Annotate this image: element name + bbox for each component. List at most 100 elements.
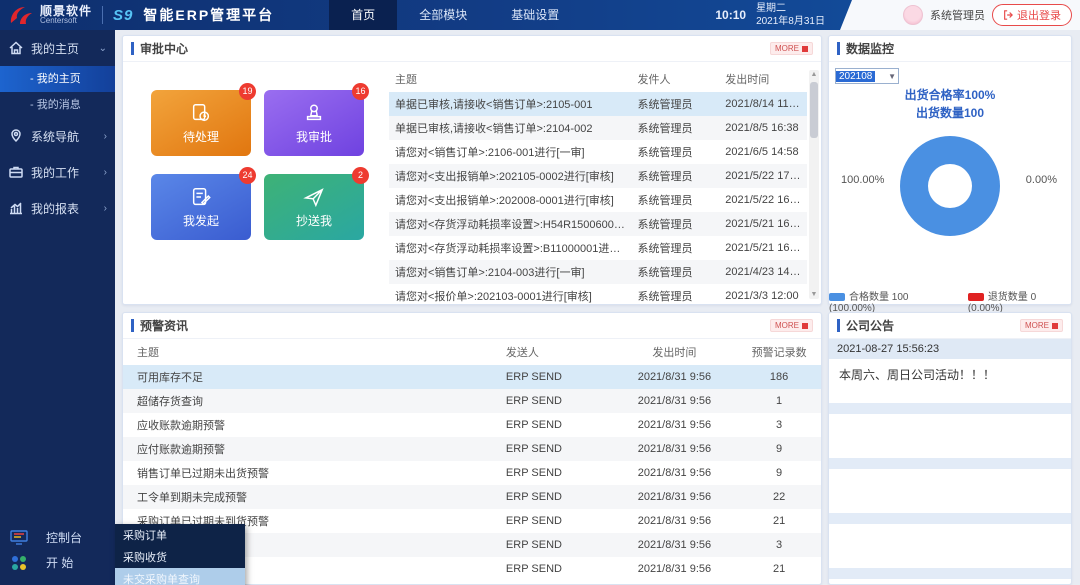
approval-center-title: 审批中心 bbox=[140, 40, 188, 57]
right-percent-label: 0.00% bbox=[1026, 174, 1057, 186]
sidebar-item-system-nav[interactable]: 系统导航 › bbox=[0, 118, 115, 154]
stamp-icon bbox=[303, 102, 325, 124]
table-row[interactable]: 请您对<销售订单>:2106-001进行[一审]系统管理员2021/6/5 14… bbox=[389, 140, 807, 164]
console-monitor-icon bbox=[10, 530, 28, 546]
paper-plane-icon bbox=[303, 186, 325, 208]
notice-more-button[interactable]: MORE bbox=[1020, 319, 1063, 332]
briefcase-icon bbox=[8, 164, 24, 180]
table-row[interactable]: 请您对<存货浮动耗损率设置>:H54R15006002进行[审核]系统管理员20… bbox=[389, 212, 807, 236]
date: 2021年8月31日 bbox=[756, 16, 825, 27]
approval-table: 主题 发件人 发出时间 单据已审核,请接收<销售订单>:2105-001系统管理… bbox=[385, 62, 821, 305]
menu-item-purchase-order[interactable]: 采购订单 bbox=[115, 524, 245, 546]
alerts-title: 预警资讯 bbox=[140, 317, 188, 334]
console-button[interactable]: 控制台 bbox=[0, 525, 115, 550]
notice-content[interactable]: 本周六、周日公司活动！！！ bbox=[829, 359, 1071, 403]
time-block: 10:10 星期二 2021年8月31日 bbox=[715, 2, 825, 28]
logo-en: Centersoft bbox=[40, 17, 92, 25]
sidebar-subitem-my-messages[interactable]: 我的消息 bbox=[0, 92, 115, 118]
nav-tab-settings[interactable]: 基础设置 bbox=[489, 0, 581, 30]
table-row[interactable]: 请您对<支出报销单>:202105-0002进行[审核]系统管理员2021/5/… bbox=[389, 164, 807, 188]
col-sender: 发件人 bbox=[631, 66, 719, 92]
header-nav: 首页 全部模块 基础设置 bbox=[329, 0, 581, 30]
table-row[interactable]: 请您对<报价单>:202103-0001进行[审核]系统管理员2021/3/3 … bbox=[389, 284, 807, 308]
table-row[interactable]: 可用库存不足ERP SEND2021/8/31 9:56186 bbox=[123, 365, 821, 389]
approval-more-button[interactable]: MORE bbox=[770, 42, 813, 55]
period-value: 202108 bbox=[836, 71, 875, 82]
nav-tab-modules[interactable]: 全部模块 bbox=[397, 0, 489, 30]
scroll-down-arrow[interactable]: ▼ bbox=[809, 291, 819, 298]
home-icon bbox=[8, 40, 24, 56]
col-count: 预警记录数 bbox=[737, 339, 821, 365]
s9-logo: S9 bbox=[113, 7, 133, 24]
more-icon bbox=[1052, 323, 1058, 329]
scroll-thumb[interactable] bbox=[810, 82, 818, 138]
notice-empty-row bbox=[829, 469, 1071, 513]
bar-chart-icon bbox=[8, 200, 24, 216]
menu-item-purchase-receipt[interactable]: 采购收货 bbox=[115, 546, 245, 568]
period-select[interactable]: 202108 ▼ bbox=[835, 68, 899, 84]
sidebar-item-my-work[interactable]: 我的工作 › bbox=[0, 154, 115, 190]
notice-divider bbox=[829, 403, 1071, 414]
table-row[interactable]: 单据已审核,请接收<销售订单>:2105-001系统管理员2021/8/14 1… bbox=[389, 92, 807, 116]
select-chevron-icon: ▼ bbox=[888, 72, 898, 81]
tile-initiated-by-me[interactable]: 24 我发起 bbox=[151, 174, 251, 240]
table-row[interactable]: 请您对<支出报销单>:202008-0001进行[审核]系统管理员2021/5/… bbox=[389, 188, 807, 212]
table-scrollbar[interactable]: ▲ ▼ bbox=[809, 70, 819, 299]
tile-cc-to-me[interactable]: 2 抄送我 bbox=[264, 174, 364, 240]
menu-item-open-po-query[interactable]: 未交采购单查询 bbox=[115, 568, 245, 585]
table-row[interactable]: 单据已审核,请接收<销售订单>:2104-002系统管理员2021/8/5 16… bbox=[389, 116, 807, 140]
title-accent-bar bbox=[131, 42, 134, 55]
table-row[interactable]: 销售订单已过期未出货预警ERP SEND2021/8/31 9:569 bbox=[123, 461, 821, 485]
sidebar-subitem-my-home[interactable]: 我的主页 bbox=[0, 66, 115, 92]
scroll-up-arrow[interactable]: ▲ bbox=[809, 71, 819, 78]
notice-empty-row bbox=[829, 414, 1071, 458]
location-pin-icon bbox=[8, 128, 24, 144]
table-row[interactable]: 请您对<存货浮动耗损率设置>:B11000001进行[审核]系统管理员2021/… bbox=[389, 236, 807, 260]
table-row[interactable]: 工令单到期未完成预警ERP SEND2021/8/31 9:5622 bbox=[123, 485, 821, 509]
chevron-down-icon: ⌄ bbox=[99, 43, 107, 54]
start-button[interactable]: 开 始 bbox=[0, 550, 115, 575]
sidebar: 我的主页 ⌄ 我的主页 我的消息 系统导航 › 我的工作 › 我的报表 › 控制… bbox=[0, 30, 115, 585]
approval-tiles: 19 待处理 16 我审批 24 我发起 2 抄送我 bbox=[123, 62, 385, 305]
chart-legend: 合格数量 100 (100.00%) 退货数量 0 (0.00%) bbox=[829, 288, 1071, 314]
notice-divider bbox=[829, 513, 1071, 524]
start-dots-icon bbox=[10, 555, 28, 571]
col-time: 发出时间 bbox=[612, 339, 738, 365]
table-row[interactable]: 应收账款逾期预警ERP SEND2021/8/31 9:563 bbox=[123, 413, 821, 437]
table-row[interactable]: 应付账款逾期预警ERP SEND2021/8/31 9:569 bbox=[123, 437, 821, 461]
sidebar-item-my-reports[interactable]: 我的报表 › bbox=[0, 190, 115, 226]
notice-date: 2021-08-27 15:56:23 bbox=[829, 339, 1071, 359]
more-icon bbox=[802, 46, 808, 52]
erp-screen: 顺景软件 Centersoft S9 智能ERP管理平台 首页 全部模块 基础设… bbox=[0, 0, 1080, 585]
document-clock-icon bbox=[190, 102, 212, 124]
alerts-more-button[interactable]: MORE bbox=[770, 319, 813, 332]
start-popup-menu: 采购订单 采购收货 未交采购单查询 销售单执行情况明细表 bbox=[115, 524, 245, 585]
clock: 10:10 bbox=[715, 8, 746, 22]
col-subject: 主题 bbox=[389, 66, 631, 92]
left-percent-label: 100.00% bbox=[841, 174, 884, 186]
logout-button[interactable]: 退出登录 bbox=[992, 4, 1072, 26]
company-notice-panel: 公司公告 MORE 2021-08-27 15:56:23 本周六、周日公司活动… bbox=[828, 312, 1072, 585]
initiated-count-badge: 24 bbox=[239, 167, 256, 184]
approval-center-panel: 审批中心 MORE 19 待处理 16 我审批 24 我发起 bbox=[122, 35, 822, 305]
pending-count-badge: 19 bbox=[239, 83, 256, 100]
chevron-right-icon: › bbox=[104, 167, 107, 178]
avatar[interactable] bbox=[903, 5, 923, 25]
sidebar-bottom: 控制台 开 始 bbox=[0, 519, 115, 585]
title-accent-bar bbox=[131, 319, 134, 332]
tile-my-approvals[interactable]: 16 我审批 bbox=[264, 90, 364, 156]
logout-icon bbox=[1003, 10, 1013, 20]
document-pen-icon bbox=[190, 186, 212, 208]
nav-tab-home[interactable]: 首页 bbox=[329, 0, 397, 30]
notice-title: 公司公告 bbox=[846, 317, 894, 334]
table-row[interactable]: 请您对<销售订单>:2104-003进行[一审]系统管理员2021/4/23 1… bbox=[389, 260, 807, 284]
pass-rate-text: 出货合格率100% bbox=[829, 86, 1071, 104]
page-title: 智能ERP管理平台 bbox=[143, 5, 274, 25]
tile-pending[interactable]: 19 待处理 bbox=[151, 90, 251, 156]
table-row[interactable]: 超储存货查询ERP SEND2021/8/31 9:561 bbox=[123, 389, 821, 413]
donut-ring bbox=[900, 136, 1000, 236]
chevron-right-icon: › bbox=[104, 203, 107, 214]
data-monitor-panel: 数据监控 202108 ▼ 出货合格率100% 出货数量100 100.00% … bbox=[828, 35, 1072, 305]
sidebar-item-my-home[interactable]: 我的主页 ⌄ bbox=[0, 30, 115, 66]
notice-divider bbox=[829, 568, 1071, 579]
